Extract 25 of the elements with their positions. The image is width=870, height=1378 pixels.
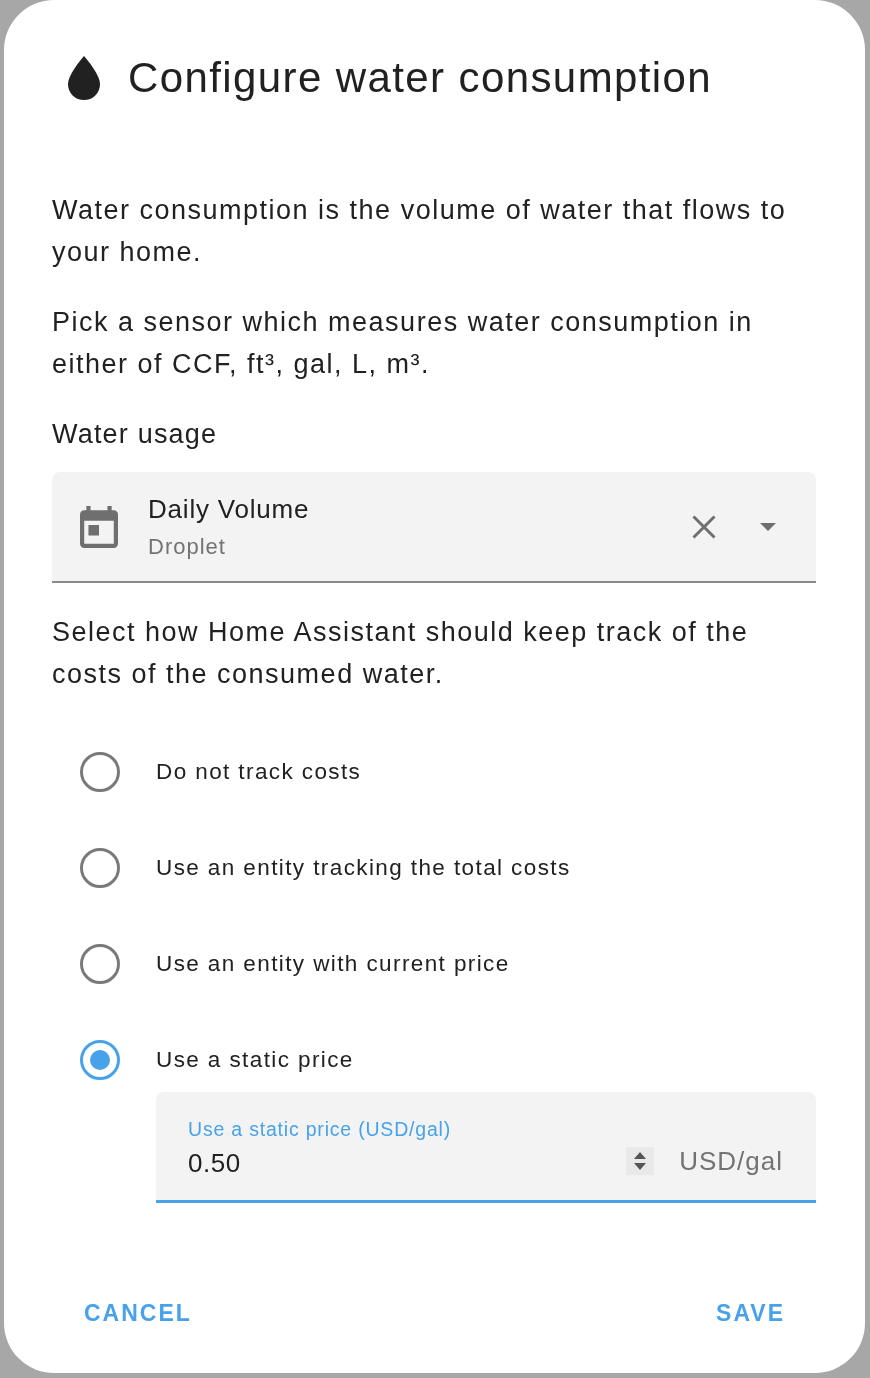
radio-button[interactable] [80,944,120,984]
sensor-select[interactable]: Daily Volume Droplet [52,472,816,583]
description-text: Pick a sensor which measures water consumption in either of CCF, ft³, gal, L, m³. [52,306,754,381]
selected-subtitle: Droplet [148,532,226,561]
field-value: 0.50 [188,1147,241,1180]
radio-button[interactable] [80,752,120,792]
radio-button[interactable] [80,1040,120,1080]
price-input[interactable]: Use a static price (USD/gal) 0.50 USD/gal [156,1092,816,1203]
cost-prompt: Select how Home Assistant should keep track of the costs of the consumed water. [52,616,750,691]
option-label[interactable]: Use an entity with current price [156,948,510,980]
field-label: Water usage [52,418,219,451]
water-drop-icon [68,56,100,100]
unit-suffix: USD/gal [679,1145,783,1178]
selected-value: Daily Volume [148,492,310,526]
calendar-icon [80,505,118,548]
close-icon[interactable] [692,514,716,539]
dialog-title: Configure water consumption [128,53,713,103]
option-label[interactable]: Use an entity tracking the total costs [156,852,571,884]
option-label[interactable]: Use a static price [156,1044,354,1076]
up-down-arrows-icon[interactable] [626,1147,655,1175]
description-text: Water consumption is the volume of water that flows to your home. [52,194,788,269]
radio-button[interactable] [80,848,120,888]
caret-icon[interactable] [760,522,776,531]
option-label[interactable]: Do not track costs [156,756,362,788]
floating-label: Use a static price (USD/gal) [188,1117,451,1142]
